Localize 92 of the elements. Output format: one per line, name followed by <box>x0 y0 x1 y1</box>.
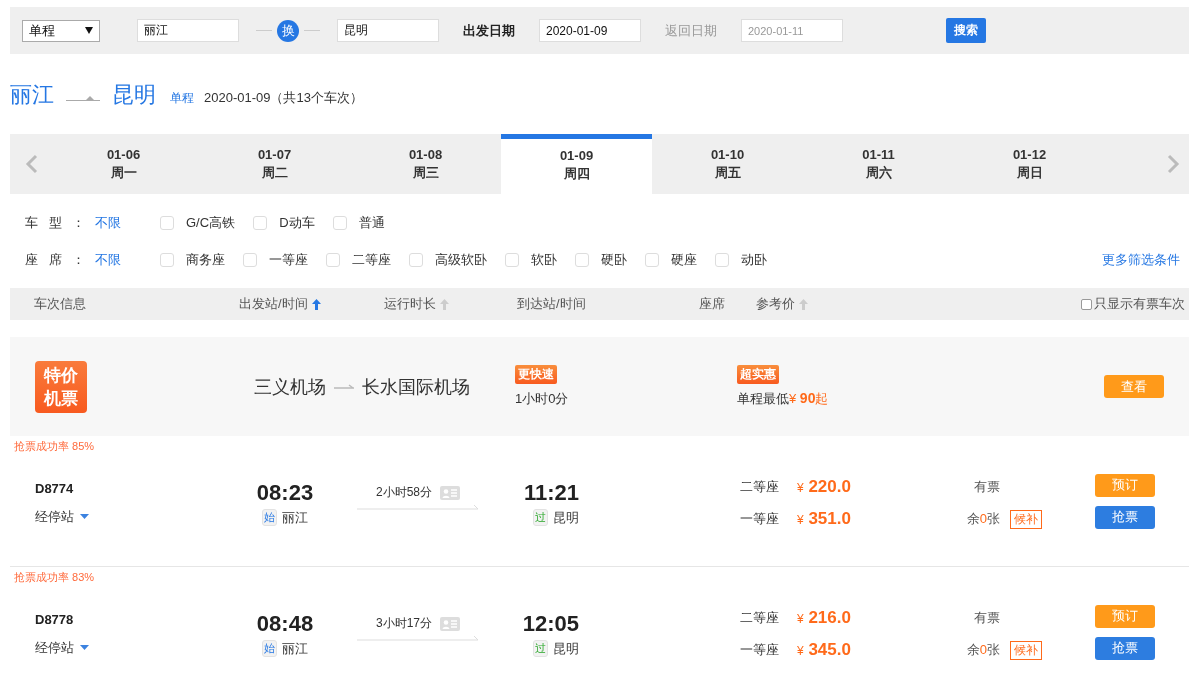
train-number: D8778 <box>35 611 75 627</box>
departure-airport: 三义机场 <box>254 375 326 399</box>
filter-option[interactable]: 软卧 <box>505 250 557 269</box>
success-rate: 抢票成功率 83% <box>13 570 96 584</box>
stops-link[interactable]: 经停站 <box>35 638 240 657</box>
column-header[interactable]: 车次信息 <box>34 295 86 313</box>
route-arrow-icon <box>334 383 354 390</box>
id-card-icon <box>440 616 460 631</box>
station-tag: 过 <box>533 509 548 526</box>
trip-type-select[interactable]: 单程 <box>22 19 100 42</box>
flight-duration: 1小时0分 <box>515 390 569 408</box>
column-header[interactable]: 运行时长 <box>384 295 449 313</box>
seat-class: 二等座 <box>740 478 780 496</box>
departure-station: 丽江 <box>282 508 308 527</box>
filter-option[interactable]: 二等座 <box>326 250 391 269</box>
filter-option[interactable]: 硬卧 <box>575 250 627 269</box>
stops-link[interactable]: 经停站 <box>35 507 240 526</box>
filter-label: 车型： <box>25 213 85 232</box>
filter-option[interactable]: 普通 <box>332 213 385 232</box>
departure-station: 丽江 <box>282 639 308 658</box>
date-tab[interactable]: 01-06 周一 <box>48 134 199 194</box>
station-tag: 始 <box>262 640 277 657</box>
caret-icon <box>80 514 89 519</box>
seat-class: 一等座 <box>740 641 780 659</box>
depart-date-label: 出发日期 <box>463 21 515 40</box>
station-tag: 过 <box>533 640 548 657</box>
ticket-status: 有票 <box>973 478 1000 496</box>
filter-option[interactable]: 高级软卧 <box>409 250 487 269</box>
to-field[interactable]: 昆明 <box>337 19 439 42</box>
column-header[interactable]: 参考价 <box>756 295 808 313</box>
arrival-time: 11:21 <box>523 479 579 506</box>
more-filters-link[interactable]: 更多筛选条件 <box>1102 250 1180 269</box>
grab-ticket-button[interactable]: 抢票 <box>1095 636 1155 660</box>
trip-type-link[interactable]: 单程 <box>170 90 194 107</box>
chevron-right-icon[interactable] <box>1166 154 1180 174</box>
arrival-airport: 长水国际机场 <box>362 375 470 399</box>
dropdown-icon <box>85 27 93 34</box>
seat-price: ¥ 345.0 <box>797 640 851 660</box>
train-number: D8774 <box>35 480 75 496</box>
column-header[interactable]: 座席 <box>699 295 725 313</box>
filter-option[interactable]: 动卧 <box>715 250 767 269</box>
ticket-status: 有票 <box>973 609 1000 627</box>
filter-label: 座席： <box>25 250 85 269</box>
success-rate: 抢票成功率 85% <box>13 439 96 453</box>
filter-option[interactable]: 硬座 <box>645 250 697 269</box>
flight-deal-badge: 特价机票 <box>35 360 87 413</box>
station-tag: 始 <box>262 509 277 526</box>
seat-class: 二等座 <box>740 609 780 627</box>
route-to: 昆明 <box>112 81 156 109</box>
travel-duration: 2小时58分 <box>376 484 432 501</box>
lowest-price: 单程最低¥ 90起 <box>737 390 829 408</box>
column-header[interactable]: 出发站/时间 <box>239 295 321 313</box>
from-field[interactable]: 丽江 <box>137 19 239 42</box>
remaining-tickets: 余0张 <box>965 510 1000 528</box>
seat-class: 一等座 <box>740 510 780 528</box>
arrival-station: 昆明 <box>553 508 579 527</box>
swap-button[interactable]: 换 <box>277 19 299 42</box>
filter-option[interactable]: G/C高铁 <box>160 213 236 232</box>
route-arrow-icon <box>66 94 100 102</box>
filter-option[interactable]: D动车 <box>253 213 315 232</box>
arrival-time: 12:05 <box>522 610 579 637</box>
seat-price: ¥ 220.0 <box>797 477 851 497</box>
depart-date-field[interactable]: 2020-01-09 <box>539 19 641 42</box>
bargain-tag: 超实惠 <box>737 365 779 384</box>
id-card-icon <box>440 485 460 500</box>
filter-value[interactable]: 不限 <box>95 250 160 269</box>
route-summary: 2020-01-09（共13个车次） <box>204 89 363 107</box>
departure-time: 08:48 <box>256 610 314 637</box>
date-tab[interactable]: 01-12 周日 <box>954 134 1105 194</box>
grab-ticket-button[interactable]: 抢票 <box>1095 505 1155 529</box>
date-tab[interactable]: 01-10 周五 <box>652 134 803 194</box>
date-tab[interactable]: 01-11 周六 <box>803 134 954 194</box>
only-available-checkbox[interactable]: 只显示有票车次 <box>1081 295 1185 313</box>
filter-option[interactable]: 一等座 <box>243 250 308 269</box>
departure-time: 08:23 <box>256 479 314 506</box>
seat-price: ¥ 216.0 <box>797 608 851 628</box>
travel-duration: 3小时17分 <box>376 615 432 632</box>
date-tab[interactable]: 01-08 周三 <box>350 134 501 194</box>
return-date-label: 返回日期 <box>665 21 717 40</box>
filter-option[interactable]: 商务座 <box>160 250 225 269</box>
filter-value[interactable]: 不限 <box>95 213 160 232</box>
seat-price: ¥ 351.0 <box>797 509 851 529</box>
caret-icon <box>80 645 89 650</box>
arrival-station: 昆明 <box>553 639 579 658</box>
route-from: 丽江 <box>10 81 54 109</box>
search-button[interactable]: 搜索 <box>946 18 986 43</box>
column-header[interactable]: 到达站/时间 <box>517 295 586 313</box>
faster-tag: 更快速 <box>515 365 557 384</box>
date-tab[interactable]: 01-09 周四 <box>501 134 652 194</box>
remaining-tickets: 余0张 <box>965 641 1000 659</box>
date-tab[interactable]: 01-07 周二 <box>199 134 350 194</box>
chevron-left-icon[interactable] <box>25 154 39 174</box>
